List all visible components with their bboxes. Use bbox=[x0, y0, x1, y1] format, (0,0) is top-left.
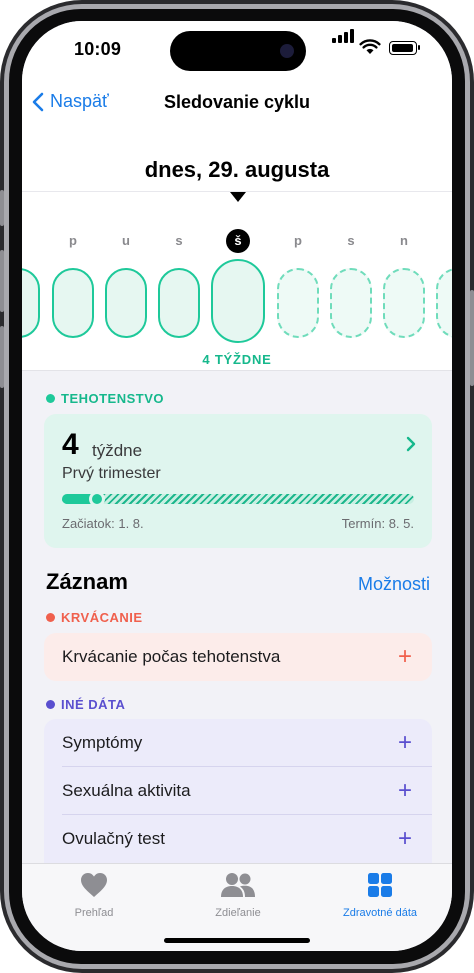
list-item-label: Symptómy bbox=[62, 733, 143, 752]
add-symptoms-plus-icon[interactable]: + bbox=[398, 729, 412, 757]
day-pill[interactable] bbox=[158, 268, 200, 338]
day-pill[interactable] bbox=[105, 268, 147, 338]
list-item-label: Ovulačný test bbox=[62, 829, 165, 848]
pregnancy-progress-knob bbox=[89, 491, 105, 507]
side-button bbox=[470, 290, 474, 386]
day-pill-today[interactable] bbox=[211, 259, 265, 343]
battery-icon bbox=[389, 41, 420, 55]
today-pointer-icon bbox=[230, 192, 246, 202]
log-section-title: Záznam bbox=[46, 569, 128, 594]
day-letter: p bbox=[69, 233, 77, 248]
chevron-right-icon bbox=[406, 436, 416, 452]
other-data-dot-icon bbox=[46, 700, 55, 709]
pregnancy-section-label: TEHOTENSTVO bbox=[61, 391, 165, 406]
bleeding-dot-icon bbox=[46, 613, 55, 622]
day-letter: u bbox=[122, 233, 130, 248]
status-time: 10:09 bbox=[74, 39, 122, 59]
dynamic-island bbox=[170, 31, 306, 71]
day-pill[interactable] bbox=[52, 268, 94, 338]
day-pill-future[interactable] bbox=[383, 268, 425, 338]
calendar-header: Naspäť Sledovanie cyklu dnes, 29. august… bbox=[22, 81, 452, 371]
list-item-symptoms[interactable]: Symptómy + bbox=[44, 719, 432, 767]
day-pill-future[interactable] bbox=[330, 268, 372, 338]
tab-sharing[interactable]: Zdieľanie bbox=[178, 872, 298, 919]
options-button[interactable]: Možnosti bbox=[358, 574, 430, 595]
pregnancy-dot-icon bbox=[46, 394, 55, 403]
pregnancy-start-date: Začiatok: 1. 8. bbox=[62, 516, 144, 531]
add-ovulation-test-plus-icon[interactable]: + bbox=[398, 825, 412, 853]
pregnancy-progress-bar bbox=[62, 491, 414, 507]
selected-date: dnes, 29. augusta bbox=[144, 157, 330, 182]
status-bar: 10:09 bbox=[22, 21, 452, 81]
bleeding-row-label: Krvácanie počas tehotenstva bbox=[62, 647, 281, 666]
tab-summary[interactable]: Prehľad bbox=[34, 872, 154, 919]
day-letter: p bbox=[294, 233, 302, 248]
screen: 10:09 Naspäť Sledovanie cyklu dnes, 29. … bbox=[22, 21, 452, 951]
heart-icon bbox=[81, 873, 107, 897]
pregnancy-card[interactable]: 4 týždne Prvý trimester Začiatok: 1. 8. … bbox=[44, 414, 432, 548]
list-item-sexual-activity[interactable]: Sexuálna aktivita + bbox=[44, 767, 432, 815]
other-data-section-header: INÉ DÁTA bbox=[46, 697, 125, 712]
tab-label: Prehľad bbox=[74, 907, 114, 919]
pregnancy-due-date: Termín: 8. 5. bbox=[341, 516, 414, 531]
tab-label: Zdieľanie bbox=[215, 907, 261, 919]
camera-icon bbox=[280, 44, 294, 58]
day-letter: n bbox=[400, 233, 408, 248]
day-letter: s bbox=[175, 233, 183, 248]
home-indicator bbox=[164, 938, 310, 943]
other-data-section-label: INÉ DÁTA bbox=[61, 697, 126, 712]
bleeding-row[interactable]: Krvácanie počas tehotenstva + bbox=[44, 633, 432, 681]
bleeding-section-label: KRVÁCANIE bbox=[61, 610, 143, 625]
add-bleeding-plus-icon[interactable]: + bbox=[398, 643, 412, 671]
pregnancy-section-header: TEHOTENSTVO bbox=[46, 391, 164, 406]
grid-icon bbox=[368, 873, 392, 897]
bleeding-section-header: KRVÁCANIE bbox=[46, 610, 143, 625]
weeks-label: 4 TÝŽDNE bbox=[202, 352, 272, 367]
day-letter-today: š bbox=[226, 229, 250, 253]
people-icon bbox=[221, 873, 255, 897]
pregnancy-weeks-number: 4 bbox=[62, 428, 79, 461]
page-title: Sledovanie cyklu bbox=[163, 92, 311, 112]
day-letter: s bbox=[347, 233, 355, 248]
list-item-ovulation-test[interactable]: Ovulačný test + bbox=[44, 815, 432, 863]
volume-up-button bbox=[0, 250, 4, 312]
action-button bbox=[0, 190, 4, 226]
list-item-label: Sexuálna aktivita bbox=[62, 781, 191, 800]
tab-health-data[interactable]: Zdravotné dáta bbox=[320, 872, 440, 919]
day-pill-future[interactable] bbox=[436, 268, 452, 338]
wifi-icon bbox=[359, 39, 381, 54]
day-pill[interactable] bbox=[22, 268, 40, 338]
volume-down-button bbox=[0, 326, 4, 388]
pregnancy-trimester: Prvý trimester bbox=[62, 465, 161, 482]
day-pill-future[interactable] bbox=[277, 268, 319, 338]
pregnancy-weeks-unit: týždne bbox=[92, 441, 143, 460]
add-sexual-activity-plus-icon[interactable]: + bbox=[398, 777, 412, 805]
tab-label: Zdravotné dáta bbox=[343, 907, 417, 919]
